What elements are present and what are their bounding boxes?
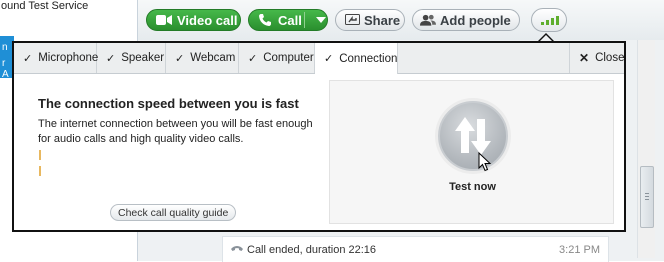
test-connection-area: Test now xyxy=(329,80,614,224)
call-label: Call xyxy=(278,12,302,28)
phone-icon xyxy=(257,13,273,27)
mouse-cursor-icon xyxy=(478,152,492,172)
video-call-label: Video call xyxy=(177,12,238,28)
close-button[interactable]: ✕ Close xyxy=(569,43,624,73)
tab-label: Speaker xyxy=(121,52,165,64)
contact-item-test-service[interactable]: ound Test Service xyxy=(0,0,138,14)
check-icon: ✓ xyxy=(324,53,334,65)
chat-message-call-ended: Call ended, duration 22:16 3:21 PM xyxy=(222,236,609,262)
tab-label: Microphone xyxy=(38,52,99,64)
check-icon: ✓ xyxy=(106,52,116,65)
close-label: Close xyxy=(595,52,625,64)
connection-heading: The connection speed between you is fast xyxy=(38,96,299,111)
share-label: Share xyxy=(364,12,401,28)
test-now-label: Test now xyxy=(449,181,496,193)
tab-label: Webcam xyxy=(190,52,236,64)
tab-label: Connection xyxy=(339,52,398,65)
people-icon xyxy=(420,13,436,27)
tab-connection[interactable]: ✓ Connection xyxy=(315,43,398,74)
chat-message-time: 3:21 PM xyxy=(559,244,600,256)
guide-button-label: Check call quality guide xyxy=(118,206,229,219)
tab-microphone[interactable]: ✓ Microphone xyxy=(14,43,99,73)
call-ended-icon xyxy=(230,243,244,255)
up-down-arrows-icon xyxy=(455,117,491,155)
check-icon: ✓ xyxy=(23,52,33,65)
conversation-scrollbar[interactable] xyxy=(637,40,655,258)
test-now-button[interactable] xyxy=(438,101,508,171)
decorative-marker xyxy=(39,166,41,176)
tab-webcam[interactable]: ✓ Webcam xyxy=(166,43,239,73)
check-icon: ✓ xyxy=(248,52,258,65)
share-screen-icon xyxy=(344,13,360,27)
scrollbar-thumb[interactable] xyxy=(640,166,654,228)
check-icon: ✓ xyxy=(175,52,185,65)
call-button[interactable]: Call xyxy=(248,9,328,31)
call-button-divider xyxy=(304,12,305,28)
share-button[interactable]: Share xyxy=(335,9,405,31)
tab-label: Computer xyxy=(263,52,314,64)
video-call-button[interactable]: Video call xyxy=(146,9,241,31)
close-icon: ✕ xyxy=(579,51,590,65)
connection-description: The internet connection between you will… xyxy=(38,118,313,145)
tab-computer[interactable]: ✓ Computer xyxy=(239,43,315,73)
check-call-quality-guide-button[interactable]: Check call quality guide xyxy=(110,204,237,221)
tab-speaker[interactable]: ✓ Speaker xyxy=(97,43,166,73)
chat-message-text: Call ended, duration 22:16 xyxy=(247,244,377,256)
call-quality-panel: ✓ Microphone ✓ Speaker ✓ Webcam ✓ Comput… xyxy=(12,41,626,232)
selected-snippet-1: n xyxy=(2,42,8,53)
call-quality-tabs: ✓ Microphone ✓ Speaker ✓ Webcam ✓ Comput… xyxy=(14,43,624,74)
add-people-label: Add people xyxy=(440,12,511,28)
video-camera-icon xyxy=(156,13,172,27)
add-people-button[interactable]: Add people xyxy=(412,9,520,31)
call-options-chevron-icon[interactable] xyxy=(315,17,326,23)
signal-bars-icon[interactable] xyxy=(531,8,567,32)
contact-name: ound Test Service xyxy=(1,0,89,12)
decorative-marker xyxy=(39,150,41,160)
